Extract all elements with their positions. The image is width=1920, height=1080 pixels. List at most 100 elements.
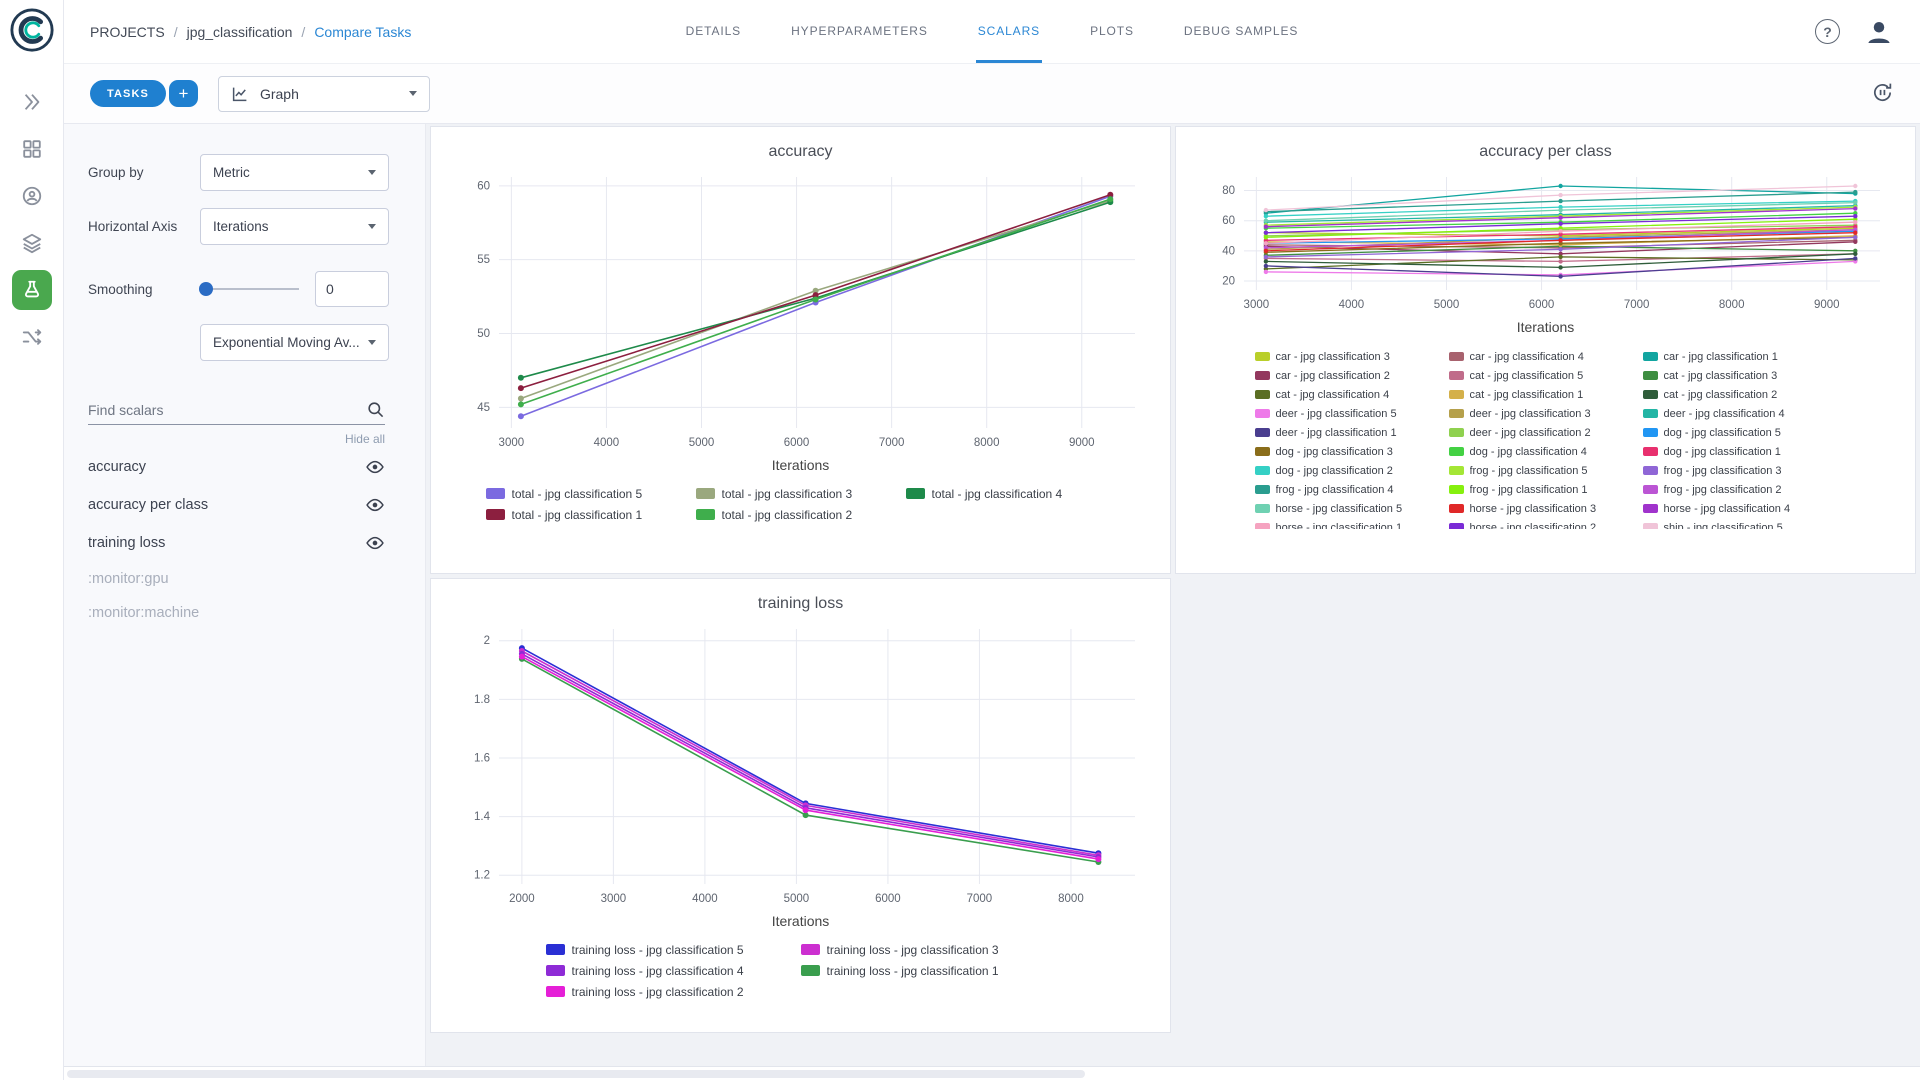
slider-thumb[interactable] <box>199 282 213 296</box>
legend-item[interactable]: car - jpg classification 1 <box>1643 347 1837 366</box>
legend-item[interactable]: dog - jpg classification 4 <box>1449 442 1643 461</box>
getting-started-icon[interactable] <box>12 82 52 122</box>
tab-debug-samples[interactable]: DEBUG SAMPLES <box>1182 0 1300 63</box>
metric-item[interactable]: accuracy <box>64 448 425 486</box>
legend-item[interactable]: frog - jpg classification 5 <box>1449 461 1643 480</box>
legend-item[interactable]: dog - jpg classification 1 <box>1643 442 1837 461</box>
legend-swatch <box>1255 447 1270 456</box>
legend-label: deer - jpg classification 1 <box>1276 427 1397 439</box>
legend-item[interactable]: horse - jpg classification 5 <box>1255 499 1449 518</box>
metric-item[interactable]: training loss <box>64 524 425 562</box>
legend-item[interactable]: cat - jpg classification 2 <box>1643 385 1837 404</box>
legend-item[interactable]: total - jpg classification 3 <box>696 483 906 504</box>
legend-item[interactable]: horse - jpg classification 1 <box>1255 518 1449 529</box>
legend-item[interactable]: training loss - jpg classification 4 <box>546 960 801 981</box>
legend-item[interactable]: deer - jpg classification 3 <box>1449 404 1643 423</box>
legend-item[interactable]: horse - jpg classification 4 <box>1643 499 1837 518</box>
tab-details[interactable]: DETAILS <box>684 0 743 63</box>
metric-item[interactable]: :monitor:gpu <box>64 562 425 596</box>
pipelines-icon[interactable] <box>12 317 52 357</box>
horizontal-axis-select[interactable]: Iterations <box>200 208 389 245</box>
svg-text:20: 20 <box>1222 275 1235 287</box>
add-task-button[interactable]: + <box>169 80 198 107</box>
group-by-select[interactable]: Metric <box>200 154 389 191</box>
legend-item[interactable]: cat - jpg classification 3 <box>1643 366 1837 385</box>
legend-item[interactable]: total - jpg classification 1 <box>486 504 696 525</box>
visibility-eye-icon[interactable] <box>365 495 385 515</box>
legend-item[interactable]: deer - jpg classification 4 <box>1643 404 1837 423</box>
charts-grid: accuracy 3000400050006000700080009000455… <box>426 124 1920 1066</box>
legend-item[interactable]: car - jpg classification 2 <box>1255 366 1449 385</box>
clearml-logo[interactable] <box>9 7 55 53</box>
projects-icon[interactable] <box>12 270 52 310</box>
legend-label: cat - jpg classification 5 <box>1470 370 1584 382</box>
metric-item[interactable]: accuracy per class <box>64 486 425 524</box>
accuracy-plot[interactable]: 300040005000600070008000900045505560 <box>451 167 1151 455</box>
legend-swatch <box>1449 466 1464 475</box>
chart-title: accuracy per class <box>1176 143 1915 161</box>
legend-item[interactable]: car - jpg classification 4 <box>1449 347 1643 366</box>
auto-refresh-button[interactable] <box>1871 81 1894 107</box>
legend-item[interactable]: car - jpg classification 3 <box>1255 347 1449 366</box>
legend-label: car - jpg classification 4 <box>1470 351 1584 363</box>
legend-item[interactable]: horse - jpg classification 3 <box>1449 499 1643 518</box>
svg-text:2000: 2000 <box>509 893 535 905</box>
hide-all-link[interactable]: Hide all <box>64 432 385 446</box>
legend-item[interactable]: dog - jpg classification 5 <box>1643 423 1837 442</box>
legend-item[interactable]: total - jpg classification 5 <box>486 483 696 504</box>
legend-item[interactable]: frog - jpg classification 2 <box>1643 480 1837 499</box>
legend-item[interactable]: deer - jpg classification 1 <box>1255 423 1449 442</box>
workers-queues-icon[interactable] <box>12 176 52 216</box>
horizontal-scrollbar[interactable] <box>64 1066 1920 1080</box>
tasks-button[interactable]: TASKS <box>90 80 166 107</box>
help-icon[interactable]: ? <box>1815 19 1840 44</box>
view-mode-select[interactable]: Graph <box>218 76 430 112</box>
legend-label: cat - jpg classification 4 <box>1276 389 1390 401</box>
smoothing-value-input[interactable] <box>315 271 389 307</box>
legend-item[interactable]: cat - jpg classification 4 <box>1255 385 1449 404</box>
legend-item[interactable]: frog - jpg classification 4 <box>1255 480 1449 499</box>
legend-label: deer - jpg classification 4 <box>1664 408 1785 420</box>
legend-item[interactable]: frog - jpg classification 3 <box>1643 461 1837 480</box>
visibility-eye-icon[interactable] <box>365 533 385 553</box>
scrollbar-handle[interactable] <box>67 1070 1085 1078</box>
legend-item[interactable]: training loss - jpg classification 5 <box>546 939 801 960</box>
metric-label: :monitor:machine <box>88 605 199 621</box>
legend-item[interactable]: deer - jpg classification 2 <box>1449 423 1643 442</box>
legend-item[interactable]: training loss - jpg classification 2 <box>546 981 801 1002</box>
legend-item[interactable]: training loss - jpg classification 1 <box>801 960 1056 981</box>
legend-item[interactable]: total - jpg classification 4 <box>906 483 1116 504</box>
dashboard-icon[interactable] <box>12 129 52 169</box>
legend-item[interactable]: total - jpg classification 2 <box>696 504 906 525</box>
legend-item[interactable]: dog - jpg classification 2 <box>1255 461 1449 480</box>
legend-swatch <box>1255 485 1270 494</box>
legend-label: frog - jpg classification 4 <box>1276 484 1394 496</box>
smoothing-slider[interactable] <box>200 282 299 296</box>
legend-label: total - jpg classification 2 <box>722 508 853 522</box>
breadcrumb-current-page[interactable]: Compare Tasks <box>314 24 411 40</box>
breadcrumb-projects[interactable]: PROJECTS <box>90 24 165 40</box>
breadcrumb-project-name[interactable]: jpg_classification <box>187 24 293 40</box>
search-icon[interactable] <box>366 400 385 419</box>
visibility-eye-icon[interactable] <box>365 457 385 477</box>
user-avatar-icon[interactable] <box>1864 17 1894 47</box>
datasets-icon[interactable] <box>12 223 52 263</box>
legend-item[interactable]: cat - jpg classification 5 <box>1449 366 1643 385</box>
legend-item[interactable]: frog - jpg classification 1 <box>1449 480 1643 499</box>
metric-item[interactable]: :monitor:machine <box>64 596 425 630</box>
accuracy-per-class-plot[interactable]: 300040005000600070008000900020406080 <box>1196 167 1896 317</box>
training-loss-plot[interactable]: 20003000400050006000700080001.21.41.61.8… <box>451 619 1151 911</box>
legend-item[interactable]: horse - jpg classification 2 <box>1449 518 1643 529</box>
legend-swatch <box>486 509 505 520</box>
legend-item[interactable]: training loss - jpg classification 3 <box>801 939 1056 960</box>
find-scalars-input[interactable] <box>88 395 385 425</box>
smoothing-type-select[interactable]: Exponential Moving Av... <box>200 324 389 361</box>
legend-item[interactable]: ship - jpg classification 5 <box>1643 518 1837 529</box>
tab-plots[interactable]: PLOTS <box>1088 0 1136 63</box>
tab-scalars[interactable]: SCALARS <box>976 0 1042 63</box>
legend-item[interactable]: cat - jpg classification 1 <box>1449 385 1643 404</box>
chevron-down-icon <box>409 91 417 96</box>
legend-item[interactable]: dog - jpg classification 3 <box>1255 442 1449 461</box>
legend-item[interactable]: deer - jpg classification 5 <box>1255 404 1449 423</box>
tab-hyperparameters[interactable]: HYPERPARAMETERS <box>789 0 930 63</box>
